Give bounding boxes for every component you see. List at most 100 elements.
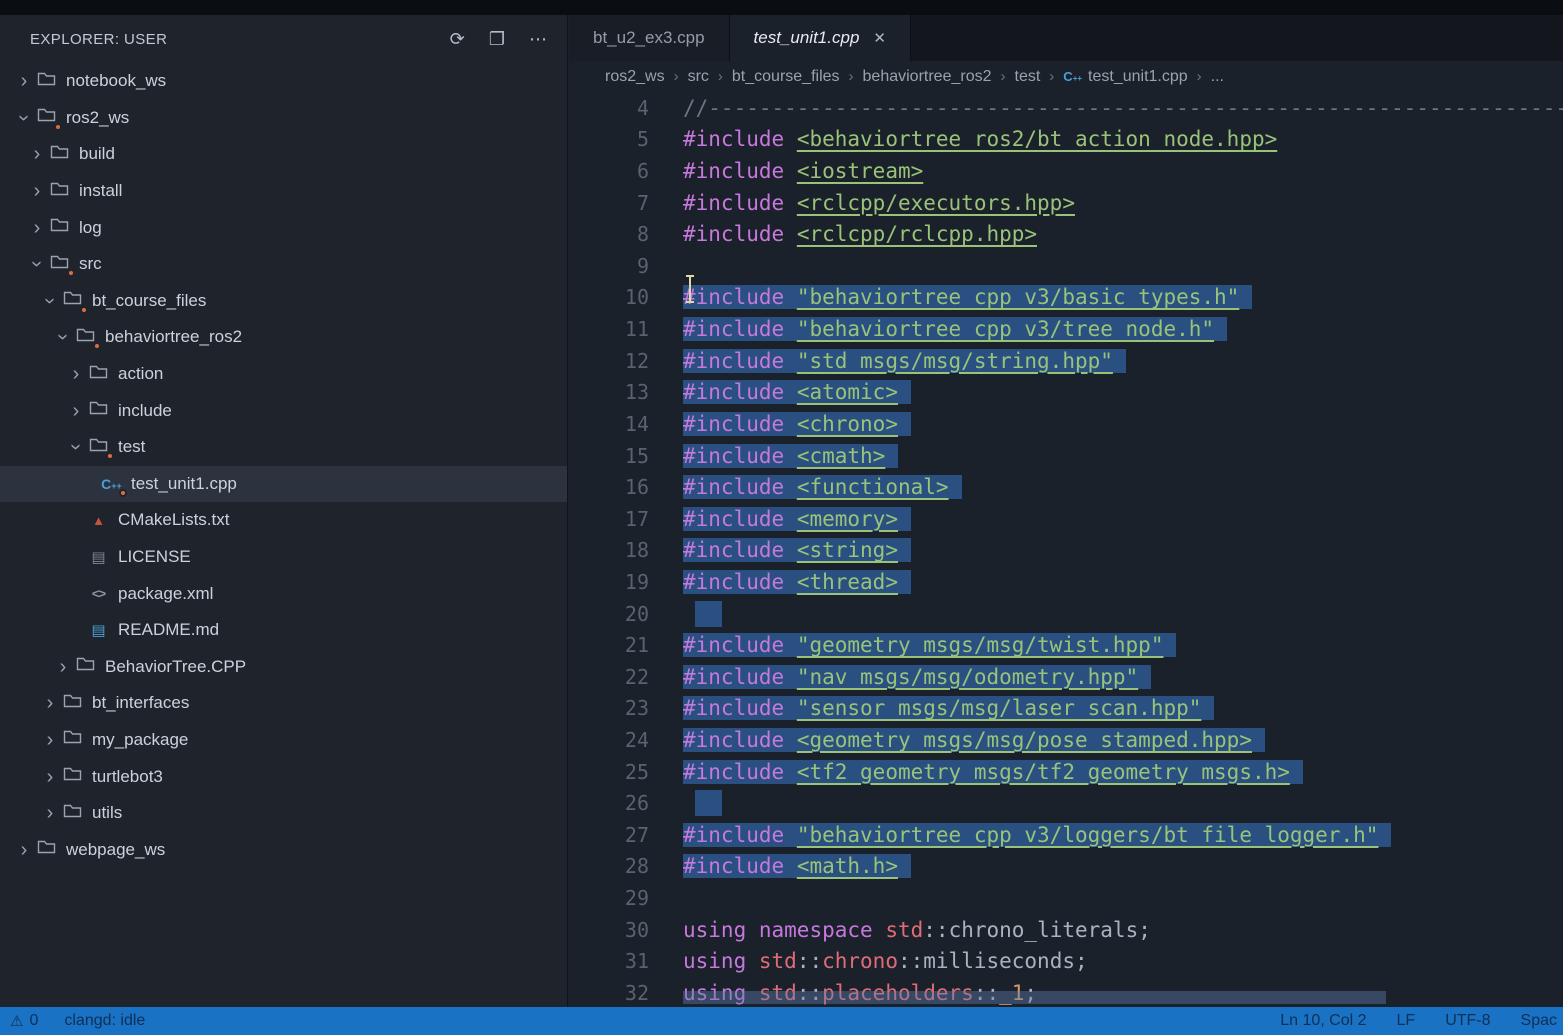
chevron-right-icon[interactable]: › (38, 803, 62, 823)
chevron-right-icon[interactable]: › (38, 767, 62, 787)
code-line-25[interactable]: 25#include <tf2_geometry_msgs/tf2_geomet… (569, 756, 1563, 788)
code-line-19[interactable]: 19#include <thread> (569, 566, 1563, 598)
code-line-27[interactable]: 27#include "behaviortree_cpp_v3/loggers/… (569, 819, 1563, 851)
tree-item-bt_interfaces[interactable]: ›bt_interfaces (0, 685, 567, 722)
code-line-11[interactable]: 11#include "behaviortree_cpp_v3/tree_nod… (569, 313, 1563, 345)
code-line-22[interactable]: 22#include "nav_msgs/msg/odometry.hpp" (569, 661, 1563, 693)
selection-highlight: #include "std_msgs/msg/string.hpp" (683, 349, 1126, 373)
breadcrumb-item-ros2_ws[interactable]: ros2_ws (605, 68, 665, 86)
code-line-23[interactable]: 23#include "sensor_msgs/msg/laser_scan.h… (569, 693, 1563, 725)
modified-indicator (54, 123, 62, 131)
tree-item-label: package.xml (118, 584, 213, 604)
chevron-right-icon[interactable]: › (25, 181, 49, 201)
breadcrumb-item-src[interactable]: src (688, 68, 709, 86)
tree-item-install[interactable]: ›install (0, 173, 567, 210)
code-line-16[interactable]: 16#include <functional> (569, 471, 1563, 503)
line-number: 32 (569, 981, 649, 1005)
chevron-right-icon[interactable]: › (25, 144, 49, 164)
chevron-down-icon[interactable]: › (53, 325, 73, 349)
code-line-26[interactable]: 26 (569, 787, 1563, 819)
chevron-right-icon[interactable]: › (12, 71, 36, 91)
chevron-right-icon[interactable]: › (64, 401, 88, 421)
chevron-right-icon[interactable]: › (38, 730, 62, 750)
code-line-12[interactable]: 12#include "std_msgs/msg/string.hpp" (569, 345, 1563, 377)
tree-item-test_unit1-cpp[interactable]: ›C++test_unit1.cpp (0, 466, 567, 503)
cursor-position[interactable]: Ln 10, Col 2 (1280, 1012, 1366, 1030)
tree-item-BehaviorTree-CPP[interactable]: ›BehaviorTree.CPP (0, 649, 567, 686)
chevron-right-icon[interactable]: › (51, 657, 75, 677)
chevron-down-icon[interactable]: › (14, 106, 34, 130)
tree-item-include[interactable]: ›include (0, 392, 567, 429)
indentation-indicator[interactable]: Spac (1521, 1012, 1557, 1030)
code-line-28[interactable]: 28#include <math.h> (569, 851, 1563, 883)
close-icon[interactable]: ✕ (873, 29, 886, 47)
refresh-explorer-button[interactable]: ⟳ (450, 30, 465, 48)
cmake-file-icon: ▲ (92, 514, 105, 527)
tree-item-README-md[interactable]: ›▤README.md (0, 612, 567, 649)
code-line-30[interactable]: 30using namespace std::chrono_literals; (569, 914, 1563, 946)
code-line-18[interactable]: 18#include <string> (569, 535, 1563, 567)
code-line-9[interactable]: 9 (569, 250, 1563, 282)
tree-item-webpage_ws[interactable]: ›webpage_ws (0, 831, 567, 868)
tree-item-bt_course_files[interactable]: ›bt_course_files (0, 283, 567, 320)
code-line-15[interactable]: 15#include <cmath> (569, 440, 1563, 472)
chevron-down-icon[interactable]: › (40, 289, 60, 313)
chevron-right-icon[interactable]: › (25, 218, 49, 238)
tree-item-notebook_ws[interactable]: ›notebook_ws (0, 63, 567, 100)
tree-item-package-xml[interactable]: ›<>package.xml (0, 575, 567, 612)
code-line-29[interactable]: 29 (569, 882, 1563, 914)
code-line-13[interactable]: 13#include <atomic> (569, 376, 1563, 408)
code-line-7[interactable]: 7#include <rclcpp/executors.hpp> (569, 187, 1563, 219)
code-line-content: #include <thread> (683, 570, 911, 594)
tree-item-turtlebot3[interactable]: ›turtlebot3 (0, 758, 567, 795)
problems-indicator[interactable]: ⚠0 (10, 1012, 38, 1030)
breadcrumb-item-bt_course_files[interactable]: bt_course_files (732, 68, 840, 86)
breadcrumb-label: src (688, 68, 709, 86)
tree-item-utils[interactable]: ›utils (0, 795, 567, 832)
code-line-5[interactable]: 5#include <behaviortree_ros2/bt_action_n… (569, 124, 1563, 156)
breadcrumb-item-test_unit1-cpp[interactable]: C++test_unit1.cpp (1063, 68, 1187, 86)
indentation-indicator-label: Spac (1521, 1012, 1557, 1030)
code-line-17[interactable]: 17#include <memory> (569, 503, 1563, 535)
code-editor[interactable]: 4//-------------------------------------… (569, 92, 1563, 1007)
more-actions-button[interactable]: ⋯ (529, 30, 547, 48)
tree-item-CMakeLists-txt[interactable]: ›▲CMakeLists.txt (0, 502, 567, 539)
chevron-down-icon[interactable]: › (66, 435, 86, 459)
breadcrumb-item--[interactable]: ... (1211, 68, 1224, 86)
tree-item-test[interactable]: ›test (0, 429, 567, 466)
tree-item-LICENSE[interactable]: ›▤LICENSE (0, 539, 567, 576)
collapse-folders-button[interactable]: ❐ (489, 30, 505, 48)
tree-item-action[interactable]: ›action (0, 356, 567, 393)
folder-icon (89, 364, 108, 385)
folder-icon-wrap (49, 255, 70, 273)
tree-item-label: test_unit1.cpp (131, 474, 237, 494)
chevron-down-icon[interactable]: › (27, 252, 47, 276)
tab-bt_u2_ex3-cpp[interactable]: bt_u2_ex3.cpp (569, 15, 730, 61)
code-line-10[interactable]: 10#include "behaviortree_cpp_v3/basic_ty… (569, 282, 1563, 314)
code-line-4[interactable]: 4//-------------------------------------… (569, 92, 1563, 124)
breadcrumb-item-behaviortree_ros2[interactable]: behaviortree_ros2 (863, 68, 992, 86)
chevron-right-icon[interactable]: › (38, 693, 62, 713)
chevron-right-icon[interactable]: › (12, 840, 36, 860)
chevron-right-icon[interactable]: › (64, 364, 88, 384)
code-line-20[interactable]: 20 (569, 598, 1563, 630)
code-line-31[interactable]: 31using std::chrono::milliseconds; (569, 945, 1563, 977)
code-line-8[interactable]: 8#include <rclcpp/rclcpp.hpp> (569, 218, 1563, 250)
breadcrumb-item-test[interactable]: test (1015, 68, 1041, 86)
tree-item-log[interactable]: ›log (0, 209, 567, 246)
tree-item-my_package[interactable]: ›my_package (0, 722, 567, 759)
code-line-14[interactable]: 14#include <chrono> (569, 408, 1563, 440)
tree-item-ros2_ws[interactable]: ›ros2_ws (0, 100, 567, 137)
eol-indicator[interactable]: LF (1397, 1012, 1416, 1030)
encoding-indicator[interactable]: UTF-8 (1445, 1012, 1490, 1030)
code-line-21[interactable]: 21#include "geometry_msgs/msg/twist.hpp" (569, 629, 1563, 661)
tree-item-behaviortree_ros2[interactable]: ›behaviortree_ros2 (0, 319, 567, 356)
horizontal-scrollbar[interactable] (683, 991, 1386, 1004)
code-line-6[interactable]: 6#include <iostream> (569, 155, 1563, 187)
selection-highlight: #include "behaviortree_cpp_v3/tree_node.… (683, 317, 1227, 341)
code-line-24[interactable]: 24#include <geometry_msgs/msg/pose_stamp… (569, 724, 1563, 756)
tree-item-build[interactable]: ›build (0, 136, 567, 173)
tab-test_unit1-cpp[interactable]: test_unit1.cpp✕ (730, 15, 911, 61)
clangd-status[interactable]: clangd: idle (64, 1012, 145, 1030)
tree-item-src[interactable]: ›src (0, 246, 567, 283)
